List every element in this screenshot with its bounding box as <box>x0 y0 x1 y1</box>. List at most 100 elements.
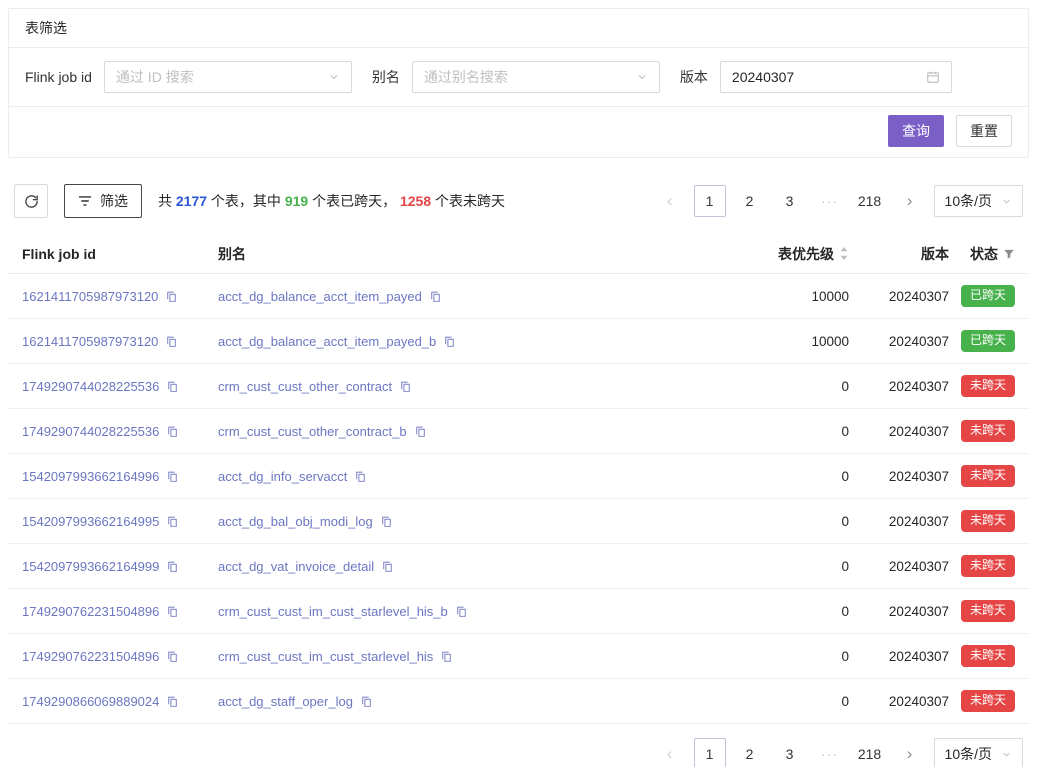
copy-icon[interactable] <box>166 560 179 573</box>
results-toolbar: 筛选 共 2177 个表，其中 919 个表已跨天， 1258 个表未跨天 ‹1… <box>8 184 1029 218</box>
status-badge: 已跨天 <box>961 330 1015 352</box>
summary-uncrossed: 1258 <box>400 193 431 209</box>
page-ellipsis: ··· <box>814 185 846 217</box>
alias-link[interactable]: acct_dg_balance_acct_item_payed <box>218 289 422 304</box>
copy-icon[interactable] <box>399 380 412 393</box>
page-button-2[interactable]: 2 <box>734 185 766 217</box>
version-cell: 20240307 <box>849 694 949 709</box>
copy-icon[interactable] <box>380 515 393 528</box>
alias-link[interactable]: crm_cust_cust_other_contract <box>218 379 392 394</box>
filter-panel-title: 表筛选 <box>9 9 1028 48</box>
priority-cell: 10000 <box>729 289 849 304</box>
page-size-label: 10条/页 <box>945 744 992 764</box>
copy-icon[interactable] <box>166 515 179 528</box>
page-ellipsis: ··· <box>814 738 846 767</box>
query-button[interactable]: 查询 <box>888 115 944 147</box>
next-page-button[interactable]: › <box>894 738 926 767</box>
flink-job-id-link[interactable]: 1621411705987973120 <box>22 334 158 349</box>
status-badge: 未跨天 <box>961 690 1015 712</box>
flink-job-id-link[interactable]: 1621411705987973120 <box>22 289 158 304</box>
alias-link[interactable]: crm_cust_cust_im_cust_starlevel_his_b <box>218 604 448 619</box>
alias-placeholder: 通过别名搜索 <box>424 67 508 87</box>
alias-link[interactable]: acct_dg_info_servacct <box>218 469 347 484</box>
table-body: 1621411705987973120 acct_dg_balance_acct… <box>8 274 1029 724</box>
header-flink-job-id: Flink job id <box>8 246 218 262</box>
copy-icon[interactable] <box>414 425 427 438</box>
flink-job-id-placeholder: 通过 ID 搜索 <box>116 67 194 87</box>
copy-icon[interactable] <box>166 380 179 393</box>
page-button-218[interactable]: 218 <box>854 185 886 217</box>
alias-link[interactable]: acct_dg_vat_invoice_detail <box>218 559 374 574</box>
chevron-down-icon <box>636 71 648 83</box>
copy-icon[interactable] <box>443 335 456 348</box>
alias-select[interactable]: 通过别名搜索 <box>412 61 660 93</box>
copy-icon[interactable] <box>165 290 178 303</box>
alias-link[interactable]: acct_dg_balance_acct_item_payed_b <box>218 334 436 349</box>
copy-icon[interactable] <box>166 470 179 483</box>
filter-row: Flink job id 通过 ID 搜索 别名 通过别名搜索 <box>9 48 1028 107</box>
filter-panel: 表筛选 Flink job id 通过 ID 搜索 别名 通过别名搜索 <box>8 8 1029 158</box>
flink-job-id-link[interactable]: 1542097993662164996 <box>22 469 159 484</box>
flink-job-id-link[interactable]: 1749290762231504896 <box>22 604 159 619</box>
status-cell: 未跨天 <box>949 465 1029 487</box>
filter-toggle-button[interactable]: 筛选 <box>64 184 142 218</box>
alias-link[interactable]: acct_dg_bal_obj_modi_log <box>218 514 373 529</box>
copy-icon[interactable] <box>354 470 367 483</box>
refresh-button[interactable] <box>14 184 48 218</box>
page-button-3[interactable]: 3 <box>774 185 806 217</box>
status-badge: 未跨天 <box>961 375 1015 397</box>
copy-icon[interactable] <box>455 605 468 618</box>
header-status[interactable]: 状态 <box>949 244 1029 264</box>
status-badge: 未跨天 <box>961 510 1015 532</box>
flink-job-id-select[interactable]: 通过 ID 搜索 <box>104 61 352 93</box>
funnel-icon[interactable] <box>1003 248 1015 260</box>
chevron-down-icon <box>1001 196 1012 207</box>
id-cell: 1749290744028225536 <box>8 424 218 439</box>
page-button-1[interactable]: 1 <box>694 185 726 217</box>
alias-cell: acct_dg_vat_invoice_detail <box>218 559 729 574</box>
next-page-button[interactable]: › <box>894 185 926 217</box>
status-cell: 已跨天 <box>949 285 1029 307</box>
copy-icon[interactable] <box>166 650 179 663</box>
copy-icon[interactable] <box>381 560 394 573</box>
page-size-select[interactable]: 10条/页 <box>934 738 1023 767</box>
status-badge: 已跨天 <box>961 285 1015 307</box>
page-button-1[interactable]: 1 <box>694 738 726 767</box>
flink-job-id-link[interactable]: 1749290762231504896 <box>22 649 159 664</box>
copy-icon[interactable] <box>360 695 373 708</box>
header-priority[interactable]: 表优先级 <box>729 244 849 264</box>
copy-icon[interactable] <box>440 650 453 663</box>
alias-link[interactable]: acct_dg_staff_oper_log <box>218 694 353 709</box>
alias-link[interactable]: crm_cust_cust_im_cust_starlevel_his <box>218 649 433 664</box>
copy-icon[interactable] <box>166 425 179 438</box>
flink-job-id-link[interactable]: 1749290866069889024 <box>22 694 159 709</box>
copy-icon[interactable] <box>166 695 179 708</box>
version-date-input[interactable]: 20240307 <box>720 61 952 93</box>
version-cell: 20240307 <box>849 559 949 574</box>
prev-page-button[interactable]: ‹ <box>654 738 686 767</box>
sort-icon[interactable] <box>839 246 849 261</box>
summary-total: 2177 <box>176 193 207 209</box>
prev-page-button[interactable]: ‹ <box>654 185 686 217</box>
alias-cell: acct_dg_balance_acct_item_payed_b <box>218 334 729 349</box>
page-size-select[interactable]: 10条/页 <box>934 185 1023 217</box>
id-cell: 1542097993662164995 <box>8 514 218 529</box>
alias-link[interactable]: crm_cust_cust_other_contract_b <box>218 424 407 439</box>
page-button-2[interactable]: 2 <box>734 738 766 767</box>
page-button-218[interactable]: 218 <box>854 738 886 767</box>
version-value: 20240307 <box>732 69 794 85</box>
reset-button[interactable]: 重置 <box>956 115 1012 147</box>
copy-icon[interactable] <box>165 335 178 348</box>
flink-job-id-link[interactable]: 1749290744028225536 <box>22 379 159 394</box>
id-cell: 1749290762231504896 <box>8 649 218 664</box>
flink-job-id-link[interactable]: 1542097993662164995 <box>22 514 159 529</box>
version-cell: 20240307 <box>849 604 949 619</box>
header-status-label: 状态 <box>970 244 998 264</box>
status-cell: 未跨天 <box>949 510 1029 532</box>
copy-icon[interactable] <box>429 290 442 303</box>
flink-job-id-link[interactable]: 1542097993662164999 <box>22 559 159 574</box>
page-button-3[interactable]: 3 <box>774 738 806 767</box>
flink-job-id-link[interactable]: 1749290744028225536 <box>22 424 159 439</box>
copy-icon[interactable] <box>166 605 179 618</box>
bottom-bar: ‹ 123 ··· 218 › 10条/页 <box>8 738 1029 767</box>
